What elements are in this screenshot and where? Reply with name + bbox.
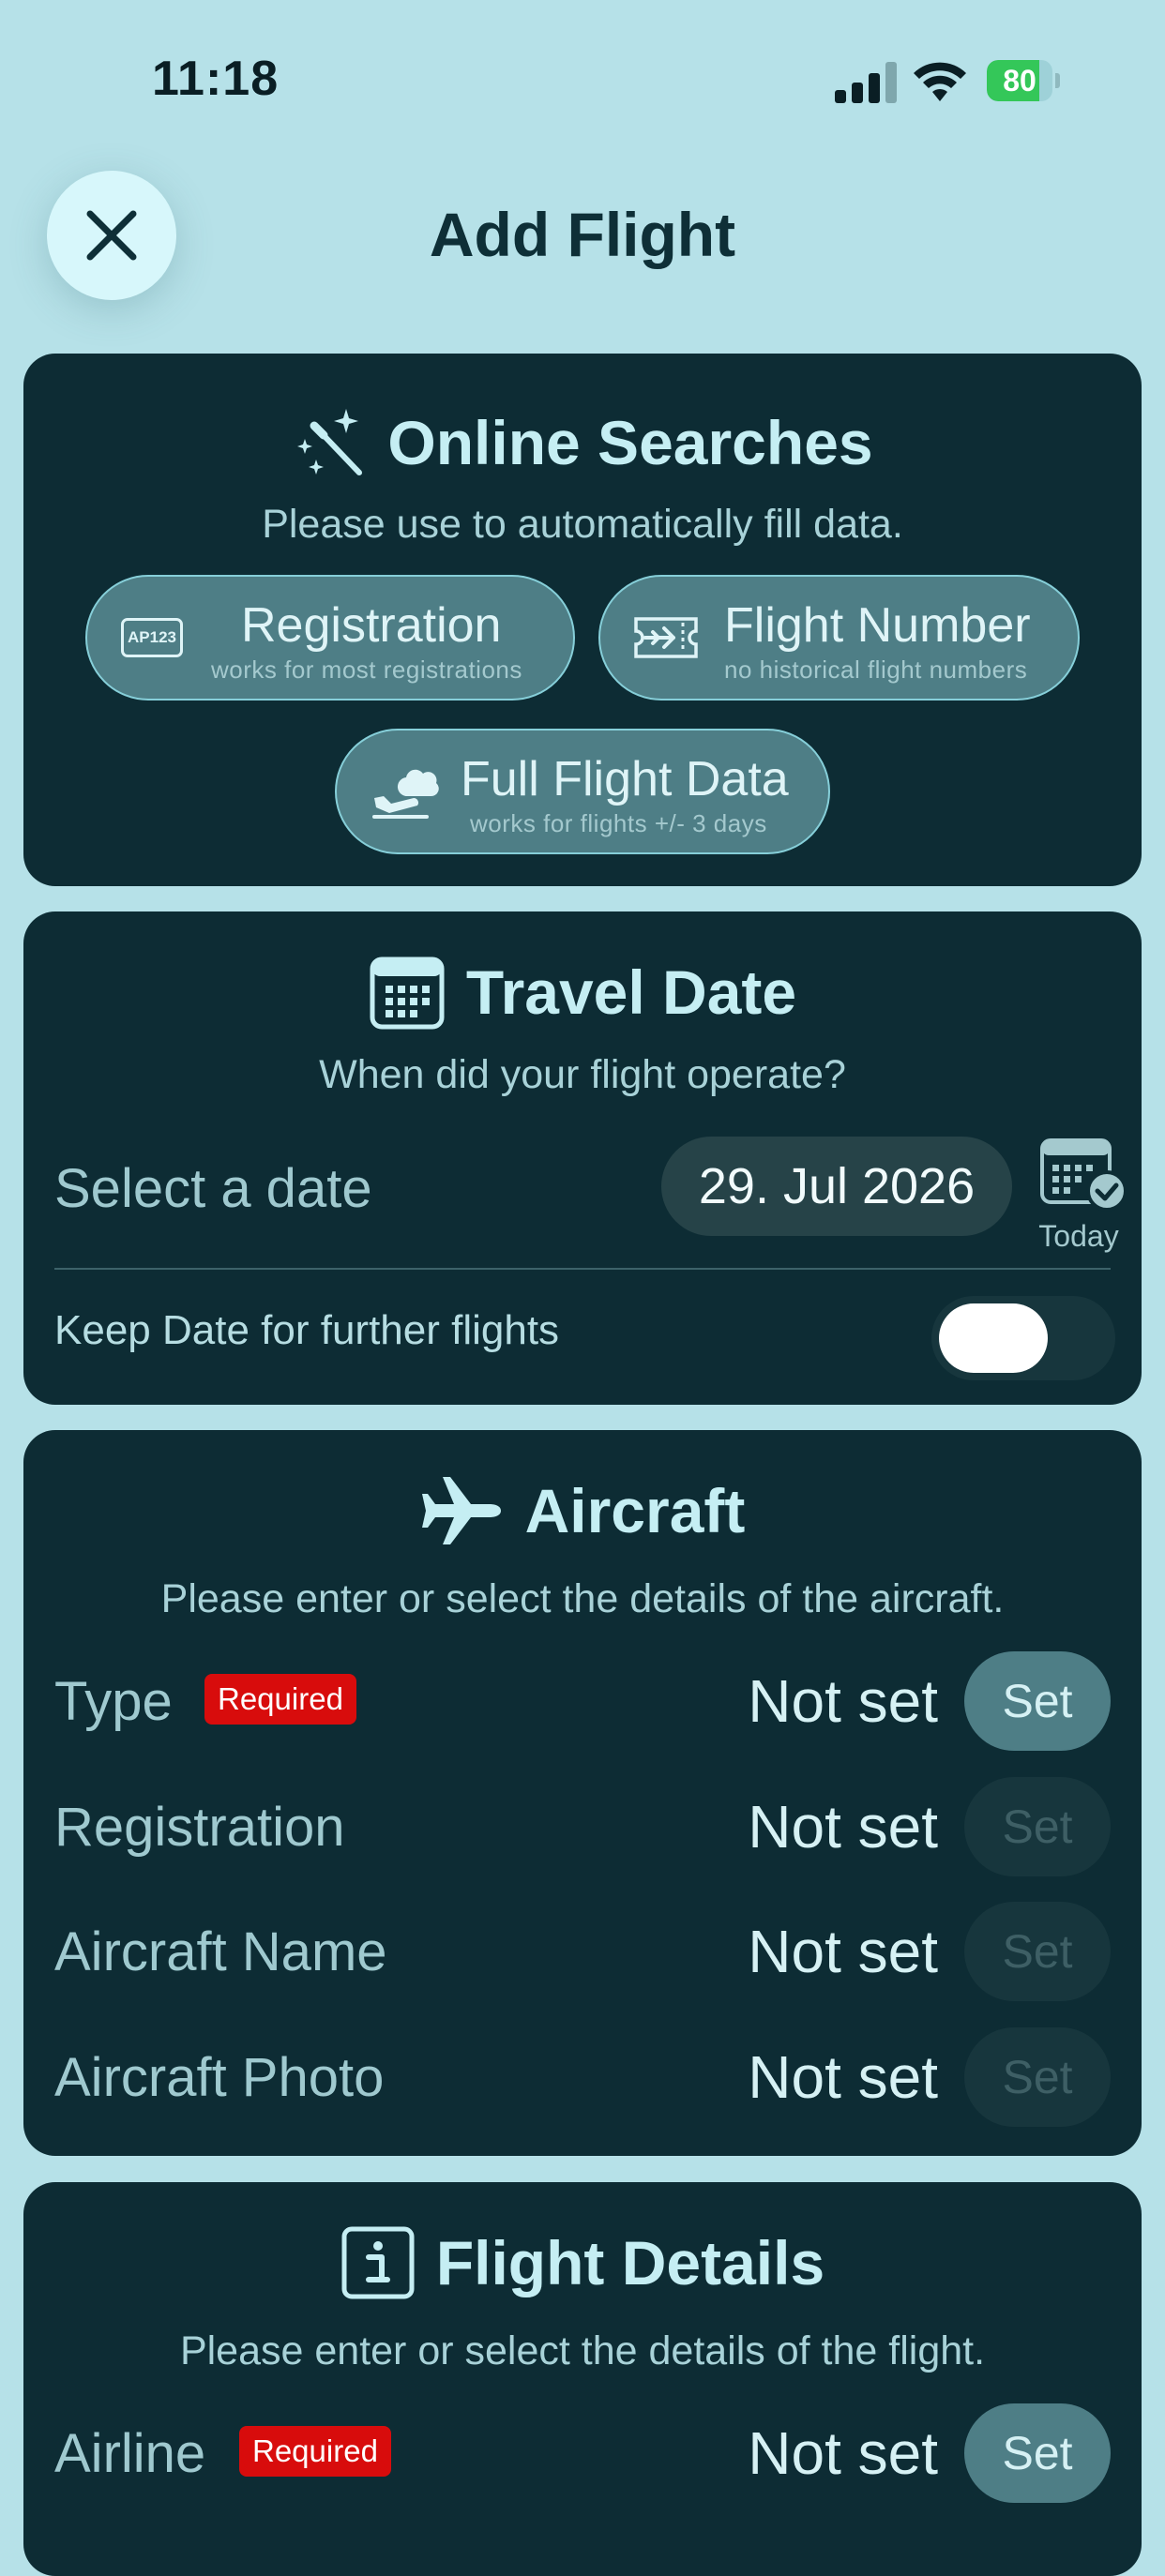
registration-search-button[interactable]: AP123 Registration works for most regist… — [85, 575, 575, 700]
aircraft-title: Aircraft — [524, 1476, 746, 1545]
online-searches-header: Online Searches — [23, 391, 1142, 494]
aircraft-photo-label: Aircraft Photo — [54, 2047, 385, 2108]
registration-search-label: Registration — [241, 598, 502, 653]
aircraft-subtitle: Please enter or select the details of th… — [160, 1576, 1005, 1621]
travel-date-title: Travel Date — [465, 957, 797, 1027]
flight-details-header: Flight Details — [23, 2216, 1142, 2310]
flight-number-search-label: Flight Number — [724, 598, 1031, 653]
full-flight-data-search-button[interactable]: Full Flight Data works for flights +/- 3… — [335, 729, 830, 854]
date-picker[interactable]: 29. Jul 2026 — [661, 1137, 1012, 1236]
cellular-signal-icon — [835, 62, 897, 103]
online-searches-subtitle: Please use to automatically fill data. — [262, 502, 903, 547]
set-aircraft-photo-button[interactable]: Set — [964, 2027, 1111, 2127]
aircraft-type-label: Type — [54, 1671, 173, 1732]
wifi-icon — [914, 62, 966, 101]
keep-date-label: Keep Date for further flights — [54, 1307, 560, 1353]
travel-date-header: Travel Date — [23, 945, 1142, 1039]
magic-wand-icon — [297, 409, 363, 475]
set-aircraft-type-button[interactable]: Set — [964, 1651, 1111, 1751]
online-searches-title: Online Searches — [387, 408, 873, 477]
battery-level: 80 — [1003, 64, 1036, 98]
plate-text: AP123 — [128, 628, 176, 646]
divider — [54, 1268, 1111, 1270]
flight-number-search-sub: no historical flight numbers — [724, 655, 1028, 684]
aircraft-photo-value: Not set — [748, 2043, 938, 2111]
plane-cloud-icon — [372, 769, 439, 819]
toggle-knob — [939, 1303, 1048, 1373]
aircraft-card: Aircraft Please enter or select the deta… — [23, 1430, 1142, 2156]
ticket-icon — [634, 617, 698, 658]
keep-date-toggle[interactable] — [931, 1296, 1115, 1380]
online-searches-card: Online Searches Please use to automatica… — [23, 354, 1142, 886]
info-icon — [341, 2226, 415, 2299]
today-label: Today — [1038, 1219, 1119, 1253]
aircraft-registration-value: Not set — [748, 1793, 938, 1860]
aircraft-registration-label: Registration — [54, 1797, 345, 1858]
set-airline-button[interactable]: Set — [964, 2403, 1111, 2503]
aircraft-name-value: Not set — [748, 1918, 938, 1985]
airplane-icon — [421, 1477, 501, 1544]
aircraft-header: Aircraft — [23, 1464, 1142, 1558]
status-time: 11:18 — [152, 52, 280, 106]
flight-details-card: Flight Details Please enter or select th… — [23, 2182, 1142, 2576]
registration-plate-icon: AP123 — [121, 618, 183, 657]
flight-details-subtitle: Please enter or select the details of th… — [179, 2328, 986, 2373]
aircraft-type-value: Not set — [748, 1667, 938, 1735]
travel-date-subtitle: When did your flight operate? — [319, 1052, 846, 1097]
calendar-icon — [370, 957, 445, 1030]
set-aircraft-registration-button[interactable]: Set — [964, 1777, 1111, 1876]
airline-value: Not set — [748, 2419, 938, 2487]
travel-date-card: Travel Date When did your flight operate… — [23, 911, 1142, 1405]
full-flight-data-search-sub: works for flights +/- 3 days — [470, 809, 767, 837]
status-bar: 11:18 80 — [0, 0, 1165, 141]
set-aircraft-name-button[interactable]: Set — [964, 1902, 1111, 2001]
calendar-today-icon — [1040, 1138, 1127, 1212]
airline-label: Airline — [54, 2423, 206, 2484]
flight-number-search-button[interactable]: Flight Number no historical flight numbe… — [598, 575, 1080, 700]
flight-details-title: Flight Details — [435, 2228, 825, 2297]
required-badge: Required — [239, 2426, 391, 2477]
full-flight-data-search-label: Full Flight Data — [461, 752, 789, 806]
required-badge: Required — [204, 1674, 356, 1725]
battery-icon: 80 — [987, 60, 1060, 101]
aircraft-name-label: Aircraft Name — [54, 1921, 387, 1982]
registration-search-sub: works for most registrations — [211, 655, 522, 684]
page-title: Add Flight — [429, 200, 736, 269]
select-date-label: Select a date — [54, 1158, 372, 1219]
